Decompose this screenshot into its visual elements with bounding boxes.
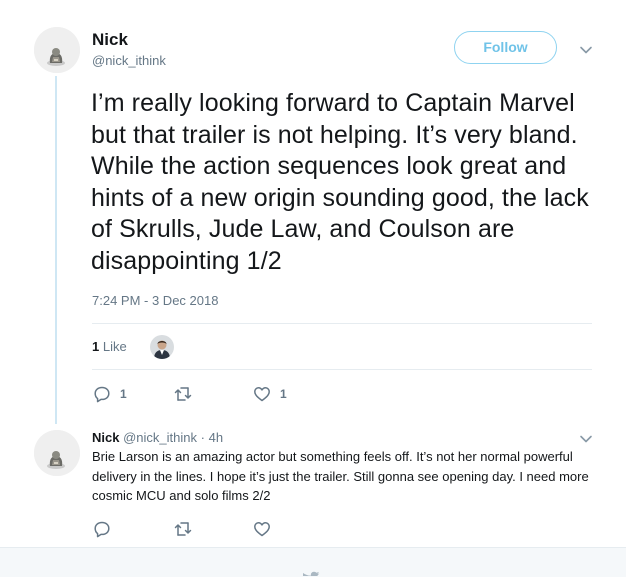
retweet-icon: [173, 385, 193, 403]
tweet-timestamp[interactable]: 7:24 PM - 3 Dec 2018: [92, 293, 218, 308]
reply-count: 1: [120, 387, 127, 401]
heart-icon: [253, 520, 271, 538]
likes-stat[interactable]: 1 Like: [92, 339, 127, 354]
likes-stat-count: 1: [92, 339, 100, 354]
footer-bar: [0, 547, 626, 577]
chevron-down-icon[interactable]: [578, 42, 594, 58]
author-name[interactable]: Nick: [92, 30, 128, 50]
like-count: 1: [280, 387, 287, 401]
reply-like-button[interactable]: [253, 520, 271, 538]
thread-connector-line: [55, 76, 57, 424]
retweet-button[interactable]: [173, 385, 202, 403]
twitter-bird-icon[interactable]: [302, 568, 322, 586]
likes-stat-label: Like: [102, 339, 127, 354]
follow-button[interactable]: Follow: [454, 31, 557, 64]
reply-author-name[interactable]: Nick: [92, 430, 119, 445]
reply-tweet-text: Brie Larson is an amazing actor but some…: [92, 449, 589, 503]
reply-author-avatar[interactable]: [34, 430, 80, 476]
tweet-text: I’m really looking forward to Captain Ma…: [91, 89, 589, 275]
divider: [92, 369, 592, 370]
divider: [92, 323, 592, 324]
reply-time[interactable]: 4h: [209, 430, 223, 445]
chevron-down-icon[interactable]: [578, 431, 594, 447]
reply-separator: ·: [200, 430, 205, 445]
reply-author-handle[interactable]: @nick_ithink: [123, 430, 197, 445]
retweet-icon: [173, 520, 193, 538]
reply-icon: [93, 520, 111, 538]
author-avatar[interactable]: [34, 27, 80, 73]
liker-avatar[interactable]: [150, 335, 174, 359]
like-button[interactable]: 1: [253, 385, 287, 403]
reply-header: Nick @nick_ithink · 4h: [92, 430, 223, 445]
reply-button[interactable]: 1: [93, 385, 127, 403]
reply-reply-button[interactable]: [93, 520, 111, 538]
reply-icon: [93, 385, 111, 403]
heart-icon: [253, 385, 271, 403]
author-handle[interactable]: @nick_ithink: [92, 53, 166, 68]
reply-retweet-button[interactable]: [173, 520, 193, 538]
